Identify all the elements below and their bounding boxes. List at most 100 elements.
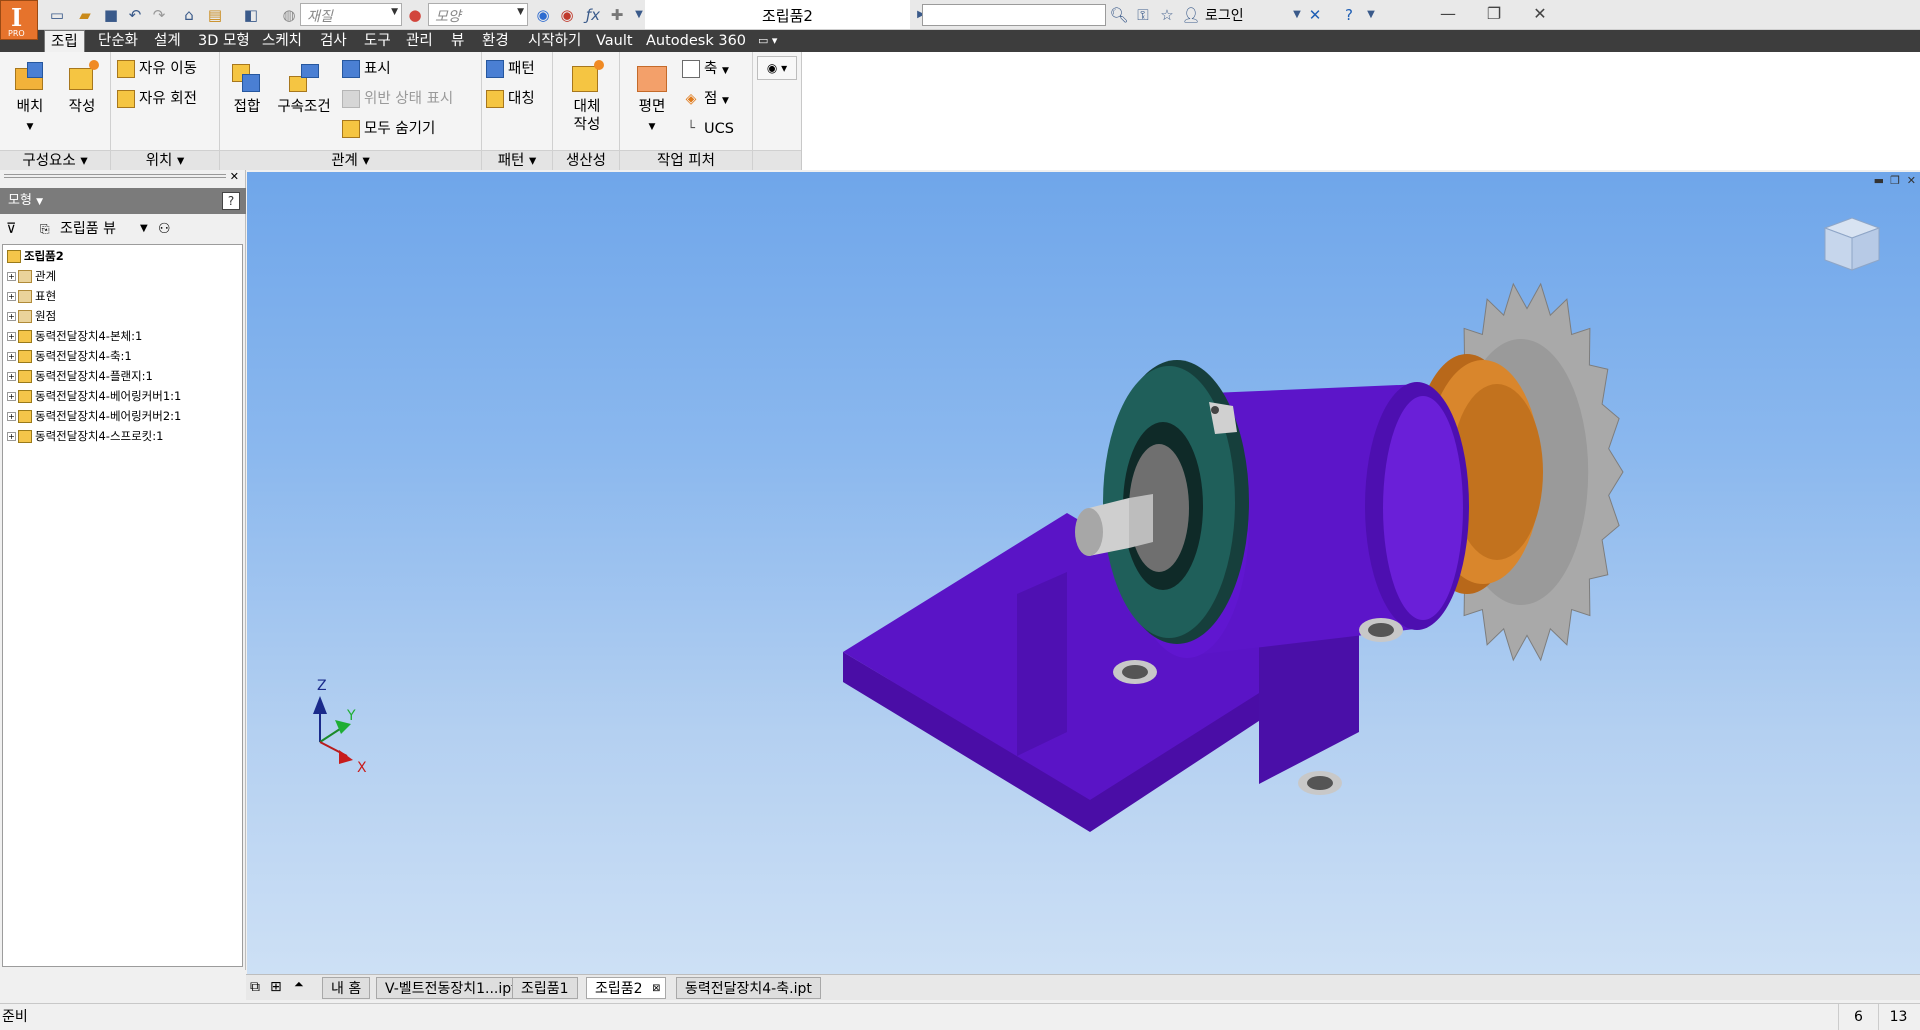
doc-tab-my-home[interactable]: 내 홈	[322, 977, 371, 999]
browser-help-icon[interactable]: ?	[222, 192, 240, 210]
tree-item[interactable]: + 동력전달장치4-베어링커버2:1	[7, 407, 181, 425]
expand-icon[interactable]: +	[7, 332, 16, 341]
browser-grip[interactable]	[4, 174, 226, 178]
join-button[interactable]: 접합	[224, 60, 270, 116]
application-menu-button[interactable]: I PRO	[0, 0, 38, 40]
tab-manage[interactable]: 관리	[400, 30, 439, 52]
viewcube[interactable]	[1823, 217, 1881, 271]
tab-environments[interactable]: 환경	[476, 30, 515, 52]
show-sick-button[interactable]: 위반 상태 표시	[342, 88, 453, 110]
place-button[interactable]: 배치 ▼	[6, 60, 54, 136]
tab-view[interactable]: 뷰	[445, 30, 470, 52]
show-button[interactable]: 표시	[342, 58, 391, 80]
browser-close-icon[interactable]: ✕	[230, 170, 239, 183]
substitute-button[interactable]: 대체 작성	[559, 60, 615, 134]
free-move-button[interactable]: 자유 이동	[117, 58, 197, 80]
plane-button[interactable]: 평면 ▼	[626, 60, 678, 136]
adjust-icon[interactable]: ◉	[532, 4, 554, 26]
subscription-icon[interactable]: ⚿	[1132, 4, 1154, 26]
close-icon[interactable]: ✕	[1518, 0, 1562, 30]
tree-item[interactable]: + 동력전달장치4-스프로킷:1	[7, 427, 163, 445]
help-search-input[interactable]	[922, 4, 1106, 26]
appearance-combo[interactable]: 모양 ▼	[428, 3, 528, 26]
exchange-icon[interactable]: ✕	[1304, 4, 1326, 26]
tree-item[interactable]: + 원점	[7, 307, 56, 325]
tree-root[interactable]: 조립품2	[7, 247, 64, 265]
tab-design[interactable]: 설계	[148, 30, 187, 52]
tree-item[interactable]: + 동력전달장치4-본체:1	[7, 327, 142, 345]
tab-assemble[interactable]: 조립	[44, 30, 85, 52]
constrain-button[interactable]: 구속조건	[272, 60, 336, 116]
tab-vault[interactable]: Vault	[590, 30, 639, 52]
select-icon[interactable]: ◧	[240, 4, 262, 26]
graphics-viewport[interactable]: ▬ ❐ ✕ Z Y X	[247, 172, 1920, 974]
browser-header[interactable]: 모형 ▼ ?	[0, 188, 246, 214]
expand-icon[interactable]: +	[7, 412, 16, 421]
new-file-icon[interactable]: ▭	[46, 4, 68, 26]
cascade-windows-icon[interactable]: ⧉	[250, 979, 260, 995]
tree-item[interactable]: + 동력전달장치4-플랜지:1	[7, 367, 153, 385]
doc-tab-assembly2[interactable]: 조립품2 ⊠	[586, 977, 666, 999]
find-binoculars-icon[interactable]: ⚇	[158, 216, 171, 242]
favorites-star-icon[interactable]: ☆	[1156, 4, 1178, 26]
tab-inspect[interactable]: 검사	[314, 30, 353, 52]
tree-item[interactable]: + 관계	[7, 267, 56, 285]
open-folder-icon[interactable]: ▰	[74, 4, 96, 26]
chevron-down-icon[interactable]: ▼	[140, 216, 148, 242]
user-icon[interactable]: 👤︎	[1180, 4, 1202, 26]
panel-title-component[interactable]: 구성요소 ▾	[0, 150, 110, 170]
point-button[interactable]: ◈ 점 ▼	[682, 88, 729, 110]
tab-list-icon[interactable]: ⏶	[294, 977, 304, 992]
ribbon-minimize-icon[interactable]: ▭ ▾	[752, 30, 783, 52]
expand-icon[interactable]: +	[7, 292, 16, 301]
expand-icon[interactable]: +	[7, 312, 16, 321]
login-button[interactable]: 로그인	[1205, 5, 1244, 25]
expand-icon[interactable]: +	[7, 372, 16, 381]
tree-item[interactable]: + 동력전달장치4-베어링커버1:1	[7, 387, 181, 405]
clear-icon[interactable]: ◉	[556, 4, 578, 26]
free-rotate-button[interactable]: 자유 회전	[117, 88, 197, 110]
material-combo[interactable]: 재질 ▼	[300, 3, 402, 26]
panel-title-pattern[interactable]: 패턴 ▾	[482, 150, 552, 170]
function-icon[interactable]: ƒx	[582, 4, 604, 26]
panel-title-position[interactable]: 위치 ▾	[111, 150, 219, 170]
home-icon[interactable]: ⌂	[178, 4, 200, 26]
minimize-icon[interactable]: —	[1426, 0, 1470, 30]
pattern-button[interactable]: 패턴	[486, 58, 535, 80]
filter-icon[interactable]: ⊽	[6, 216, 16, 242]
expand-icon[interactable]: +	[7, 352, 16, 361]
save-icon[interactable]: ■	[100, 4, 122, 26]
axis-button[interactable]: 축 ▼	[682, 58, 729, 80]
expand-icon[interactable]: +	[7, 272, 16, 281]
properties-icon[interactable]: ▤	[204, 4, 226, 26]
create-component-button[interactable]: 작성	[58, 60, 106, 116]
expand-icon[interactable]: +	[7, 432, 16, 441]
doc-tab-assembly1[interactable]: 조립품1	[512, 977, 578, 999]
help-chevron-icon[interactable]: ▼	[1360, 4, 1382, 26]
add-icon[interactable]: ✚	[606, 4, 628, 26]
tab-close-icon[interactable]: ⊠	[652, 978, 660, 1000]
tab-tools[interactable]: 도구	[358, 30, 397, 52]
search-icon[interactable]: 🔍︎	[1108, 4, 1130, 26]
tab-simplify[interactable]: 단순화	[92, 30, 144, 52]
ucs-button[interactable]: └ UCS	[682, 118, 734, 140]
redo-icon[interactable]: ↷	[148, 4, 170, 26]
tab-sketch[interactable]: 스케치	[256, 30, 308, 52]
hide-all-button[interactable]: 모두 숨기기	[342, 118, 435, 140]
mirror-button[interactable]: 대칭	[486, 88, 535, 110]
tab-autodesk-360[interactable]: Autodesk 360	[640, 30, 752, 52]
tile-windows-icon[interactable]: ⊞	[270, 979, 282, 995]
update-icon[interactable]: ◍	[278, 4, 300, 26]
tab-3d-model[interactable]: 3D 모형	[192, 30, 256, 52]
expand-icon[interactable]: +	[7, 392, 16, 401]
restore-icon[interactable]: ❐	[1472, 0, 1516, 30]
help-icon[interactable]: ?	[1338, 4, 1360, 26]
panel-title-relationships[interactable]: 관계 ▾	[220, 150, 481, 170]
tree-item[interactable]: + 동력전달장치4-축:1	[7, 347, 132, 365]
doc-tab-vbelt[interactable]: V-벨트전동장치1...ipt	[376, 977, 526, 999]
assembly-view-label[interactable]: 조립품 뷰	[60, 216, 116, 242]
overflow-menu-button[interactable]: ◉ ▾	[757, 56, 797, 80]
tab-get-started[interactable]: 시작하기	[522, 30, 587, 52]
tree-item[interactable]: + 표현	[7, 287, 56, 305]
doc-tab-shaft-part[interactable]: 동력전달장치4-축.ipt	[676, 977, 821, 999]
